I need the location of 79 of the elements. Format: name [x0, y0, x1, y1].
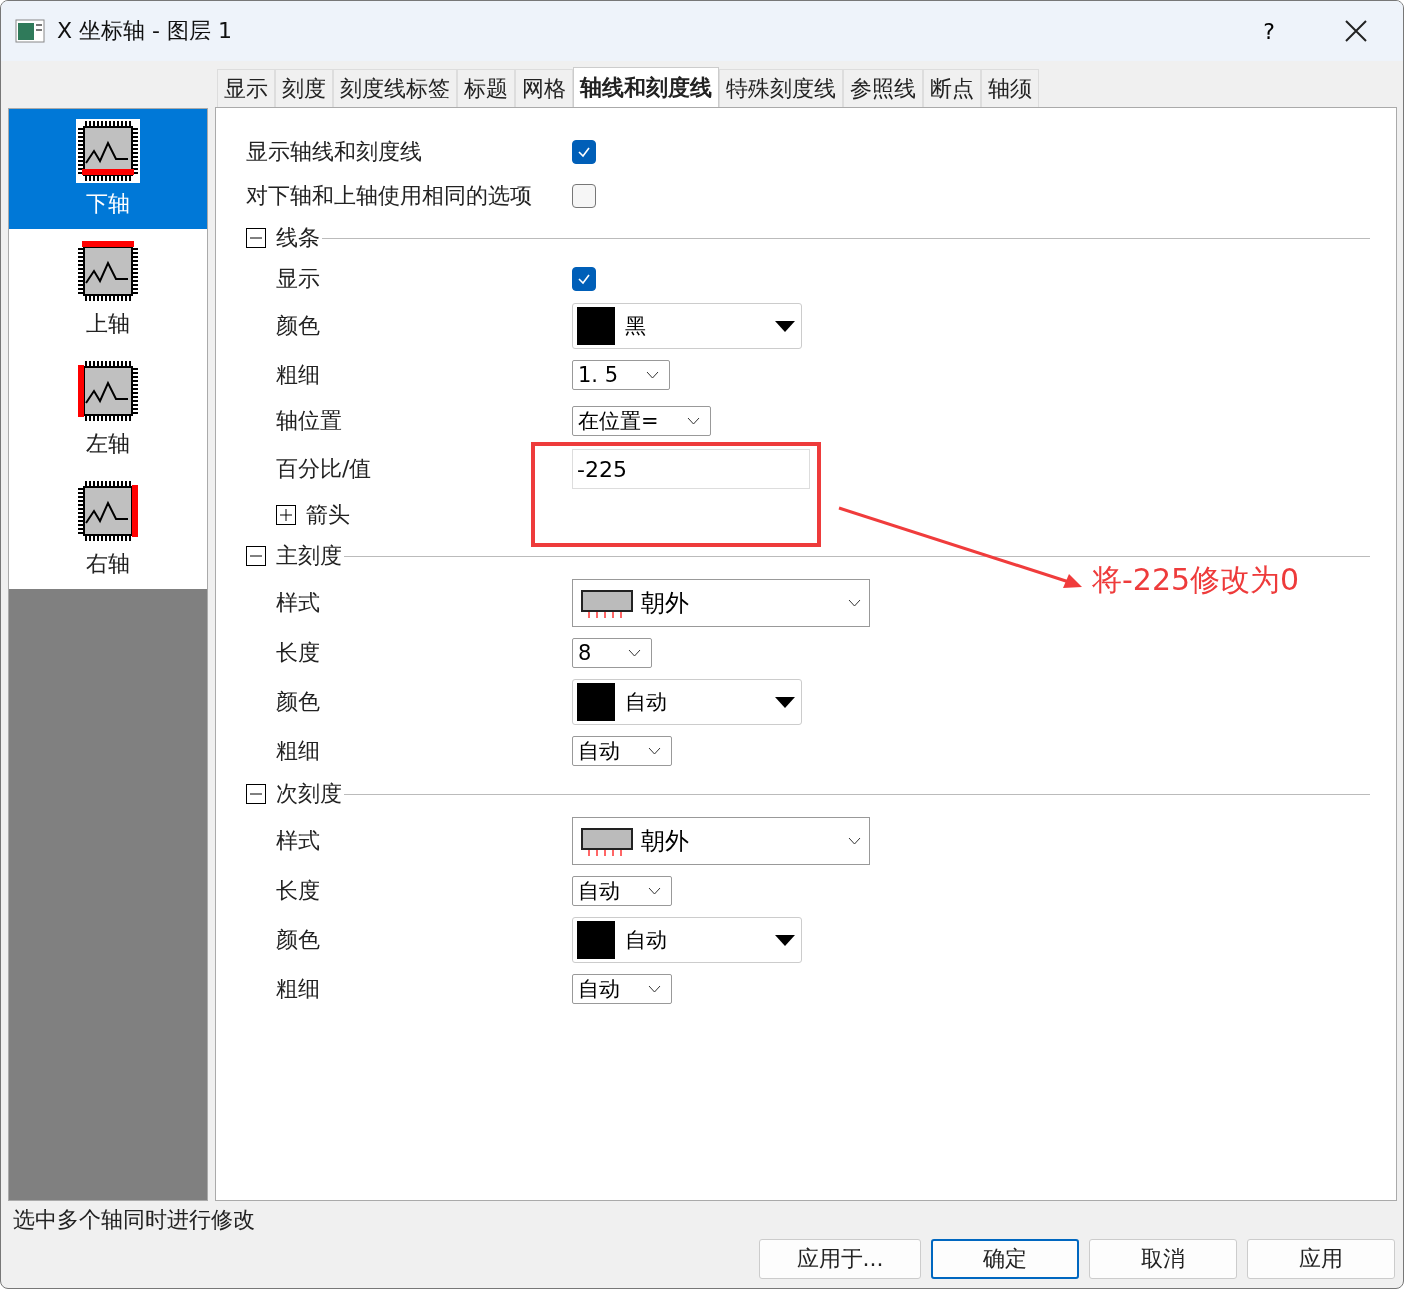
dropdown[interactable]: 自动 — [572, 876, 672, 906]
checkbox[interactable] — [572, 140, 596, 164]
chevron-icon — [648, 985, 661, 993]
collapse-icon[interactable] — [246, 228, 266, 248]
tab[interactable]: 特殊刻度线 — [719, 69, 843, 107]
chevron-icon — [648, 887, 661, 895]
option-label: 颜色 — [276, 926, 321, 954]
chevron-icon — [646, 371, 660, 379]
dropdown[interactable]: 朝外 — [572, 817, 870, 865]
option-label: 对下轴和上轴使用相同的选项 — [246, 182, 533, 210]
option-label: 长度 — [276, 639, 321, 667]
axis-item[interactable]: 左轴 — [9, 349, 207, 469]
collapse-icon[interactable] — [246, 784, 266, 804]
option-label: 样式 — [276, 827, 321, 855]
option-label: 颜色 — [276, 312, 321, 340]
help-button[interactable]: ? — [1263, 18, 1275, 44]
caret-icon — [775, 934, 795, 946]
dropdown[interactable]: 在位置= — [572, 406, 711, 436]
option-label: 长度 — [276, 877, 321, 905]
option-label: 百分比/值 — [276, 455, 373, 483]
color-dropdown[interactable]: 黑 — [572, 303, 802, 349]
option-label: 颜色 — [276, 688, 321, 716]
section-label: 线条 — [276, 224, 320, 252]
tab[interactable]: 断点 — [923, 69, 981, 107]
checkbox[interactable] — [572, 184, 596, 208]
axis-chart-icon — [76, 479, 140, 543]
dropdown[interactable]: 朝外 — [572, 579, 870, 627]
collapse-icon[interactable] — [246, 546, 266, 566]
dialog-button[interactable]: 应用于... — [759, 1239, 921, 1279]
window-title: X 坐标轴 - 图层 1 — [57, 17, 233, 45]
checkmark-icon — [577, 273, 591, 285]
annotation-text: 将-225修改为0 — [1092, 561, 1300, 599]
close-icon[interactable] — [1345, 20, 1367, 42]
option-label: 粗细 — [276, 361, 321, 389]
color-dropdown[interactable]: 自动 — [572, 917, 802, 963]
option-label: 轴位置 — [276, 407, 343, 435]
axis-item[interactable]: 下轴 — [9, 109, 207, 229]
tab[interactable]: 显示 — [217, 69, 275, 107]
checkbox[interactable] — [572, 267, 596, 291]
section-label: 主刻度 — [276, 542, 342, 570]
tab[interactable]: 刻度线标签 — [333, 69, 457, 107]
dialog-button[interactable]: 应用 — [1247, 1239, 1395, 1279]
chevron-icon — [686, 417, 700, 425]
axis-item[interactable]: 上轴 — [9, 229, 207, 349]
tab[interactable]: 轴须 — [981, 69, 1039, 107]
chevron-icon — [848, 837, 861, 845]
dropdown[interactable]: 1. 5 — [572, 360, 671, 390]
value-input[interactable]: -225 — [572, 449, 810, 489]
tab[interactable]: 参照线 — [843, 69, 923, 107]
dropdown[interactable]: 8 — [572, 638, 652, 668]
tab[interactable]: 轴线和刻度线 — [573, 67, 719, 107]
status-text: 选中多个轴同时进行修改 — [12, 1206, 256, 1234]
dropdown[interactable]: 自动 — [572, 736, 672, 766]
axis-chart-icon — [76, 119, 140, 183]
tab[interactable]: 标题 — [457, 69, 515, 107]
dropdown[interactable]: 自动 — [572, 974, 672, 1004]
option-label: 显示轴线和刻度线 — [246, 138, 423, 166]
app-icon — [15, 19, 45, 43]
axis-chart-icon — [76, 239, 140, 303]
dialog-button[interactable]: 确定 — [931, 1239, 1079, 1279]
caret-icon — [775, 696, 795, 708]
axis-chart-icon — [76, 359, 140, 423]
section-label: 次刻度 — [276, 780, 342, 808]
chevron-icon — [848, 599, 861, 607]
option-label: 显示 — [276, 265, 321, 293]
tab[interactable]: 网格 — [515, 69, 573, 107]
chevron-icon — [628, 649, 641, 657]
section-label: 箭头 — [306, 501, 350, 529]
chevron-icon — [648, 747, 661, 755]
color-dropdown[interactable]: 自动 — [572, 679, 802, 725]
axis-item[interactable]: 右轴 — [9, 469, 207, 589]
option-label: 粗细 — [276, 737, 321, 765]
tab[interactable]: 刻度 — [275, 69, 333, 107]
option-label: 样式 — [276, 589, 321, 617]
caret-icon — [775, 320, 795, 332]
checkmark-icon — [577, 146, 591, 158]
dialog-button[interactable]: 取消 — [1089, 1239, 1237, 1279]
expand-icon[interactable] — [276, 505, 296, 525]
option-label: 粗细 — [276, 975, 321, 1003]
